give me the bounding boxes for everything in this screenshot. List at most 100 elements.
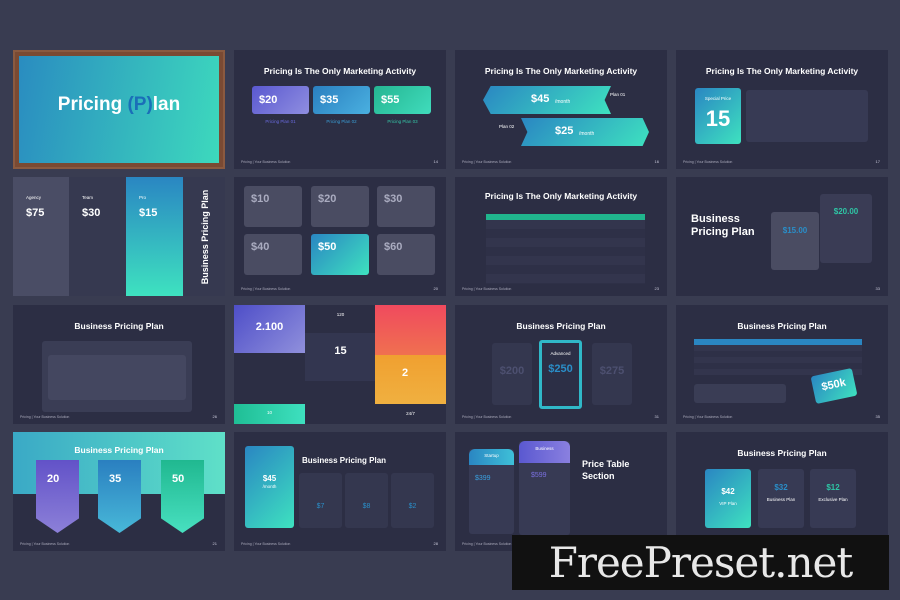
page-number: 14 <box>433 159 438 164</box>
slide-text: Business Pricing Plan <box>302 456 387 465</box>
text-panel <box>746 90 868 142</box>
slide-text: 20 <box>433 286 438 291</box>
slide-element: $20 <box>311 186 369 227</box>
slide-thumbnail-9[interactable]: Business Pricing Plan Pricing | Your Bus… <box>13 305 225 424</box>
slide-text: $20.00 <box>833 207 859 216</box>
special-price-card: Special Price 15 <box>695 88 741 144</box>
price-card: $35 <box>313 86 370 114</box>
slide-text: Pricing | Your Business Solution <box>462 542 512 546</box>
slide-thumbnail-6[interactable]: $10 $20 $30 $40 $50 $60 Pricing | Your B… <box>234 177 446 296</box>
slide-element: 2.100 <box>234 305 305 353</box>
plan-label: Plan 02 <box>499 124 515 129</box>
slide-text: 20 <box>47 473 60 485</box>
slide-element <box>161 460 204 533</box>
slide-thumbnail-14[interactable]: $45/month Business Pricing Plan $7 $8 $2… <box>234 432 446 551</box>
slide-text: $30 <box>82 207 101 219</box>
slide-thumbnail-3[interactable]: Pricing Is The Only Marketing Activity $… <box>455 50 667 169</box>
slide-thumbnail-12[interactable]: Business Pricing Plan $50k Pricing | You… <box>676 305 888 424</box>
slide-text: 50 <box>172 473 185 485</box>
slide-element: $30 <box>377 186 435 227</box>
slide-text: 2 <box>402 367 409 379</box>
slide-element: 15 <box>305 333 376 381</box>
slide-text: 24/7 <box>406 411 415 416</box>
slide-element: 10 <box>234 404 305 424</box>
slide-text: Startup <box>484 453 499 458</box>
slide-title: Pricing Is The Only Marketing Activity <box>484 66 638 76</box>
slide-text: $42 <box>721 487 735 496</box>
slide-thumbnail-2[interactable]: Pricing Is The Only Marketing Activity $… <box>234 50 446 169</box>
slide-text: VIP Plan <box>719 501 737 506</box>
plan-label: Pricing Plan 02 <box>326 119 357 124</box>
slide-text: $7 <box>316 503 325 510</box>
slide-text: $25 <box>555 125 574 137</box>
slide-element: $15.00 <box>771 212 819 270</box>
slide-thumbnail-8[interactable]: Business Pricing Plan $15.00 $20.00 33 <box>676 177 888 296</box>
slide-thumbnail-10[interactable]: 2.100 120 15 2 10 24/7 <box>234 305 446 424</box>
slide-text: $32 <box>774 483 788 492</box>
slide-text: $250 <box>548 363 573 375</box>
featured-price-card: $50 <box>311 234 369 275</box>
slide-title: Business Pricing Plan <box>691 213 755 238</box>
slide-text: Pricing | Your Business Solution <box>20 542 70 546</box>
slide-element: $12 Exclusive Plan <box>810 469 856 528</box>
slide-element: $10 <box>244 186 302 227</box>
slide-element: $2 <box>391 473 434 528</box>
side-title: Business Pricing Plan <box>200 189 210 285</box>
plan-label: Plan 01 <box>610 92 626 97</box>
slide-text: $10 <box>251 193 270 205</box>
slide-text: $75 <box>26 207 45 219</box>
slide-text: $55 <box>381 94 400 106</box>
slide-text: Pricing | Your Business Solution <box>241 542 291 546</box>
slide-text: $45 <box>262 474 277 483</box>
slide-text: $60 <box>384 241 403 253</box>
slide-text: 26 <box>212 414 217 419</box>
slide-text: 2.100 <box>255 321 284 333</box>
slide-element: Startup <box>469 449 514 465</box>
slide-thumbnail-13[interactable]: Business Pricing Plan 20 35 50 Pricing |… <box>13 432 225 551</box>
slide-element <box>375 305 446 355</box>
slide-text: 35 <box>875 414 880 419</box>
slide-text: Business Pricing Plan <box>74 321 164 331</box>
slide-element: 2 <box>375 355 446 404</box>
slide-text: Pricing | Your Business Solution <box>241 287 291 291</box>
slide-text: Pricing <box>57 94 128 115</box>
slide-thumbnail-5[interactable]: Agency $75 Team $30 Pro $15 Business Pri… <box>13 177 225 296</box>
slide-element <box>98 460 141 533</box>
slide-thumbnail-1[interactable]: Pricing (P)lan <box>13 50 225 169</box>
price-card: $55 <box>374 86 431 114</box>
slide-element: $275 <box>592 343 632 405</box>
slide-text: lan <box>152 94 181 115</box>
slide-thumbnail-16[interactable]: Business Pricing Plan $42 VIP Plan $32 Bus… <box>676 432 888 551</box>
slide-thumbnail-15[interactable]: Startup $399 Business $599 Price Table S… <box>455 432 667 551</box>
slide-text: $12 <box>826 483 840 492</box>
footer: Pricing | Your Business Solution <box>462 160 512 164</box>
slide-text: Pricing | Your Business Solution <box>20 415 70 419</box>
slide-text: Pricing | Your Business Solution <box>683 415 733 419</box>
slide-thumbnail-11[interactable]: Business Pricing Plan $200 Advanced $250 … <box>455 305 667 424</box>
slide-text: $275 <box>599 365 625 377</box>
comparison-table <box>486 220 645 284</box>
slide-text: $30 <box>384 193 403 205</box>
slide-text: 35 <box>109 473 122 485</box>
slide-thumbnail-7[interactable]: Pricing Is The Only Marketing Activity P… <box>455 177 667 296</box>
slide-text: $45 <box>531 93 550 105</box>
page-number: 17 <box>875 159 880 164</box>
slide-element <box>36 460 79 533</box>
per-month-label: /month <box>579 131 595 137</box>
slide-text: $599 <box>531 472 547 479</box>
slide-text: 21 <box>212 541 217 546</box>
plan-banner: $25/month <box>521 118 649 146</box>
slide-element: $40 <box>244 234 302 275</box>
slide-text: $20 <box>259 94 278 106</box>
slide-thumbnail-4[interactable]: Pricing Is The Only Marketing Activity S… <box>676 50 888 169</box>
slide-element: $200 <box>492 343 532 405</box>
price-card: $20 <box>252 86 309 114</box>
slide-text: Advanced <box>550 351 571 356</box>
footer: Pricing | Your Business Solution <box>241 160 291 164</box>
watermark: FreePreset.net <box>512 535 889 590</box>
slide-element: $7 <box>299 473 342 528</box>
footer: Pricing | Your Business Solution <box>683 160 733 164</box>
featured-column <box>126 177 183 296</box>
slide-text: Business Pricing Plan <box>737 321 827 331</box>
slide-text: Business Pricing Plan <box>516 321 606 331</box>
